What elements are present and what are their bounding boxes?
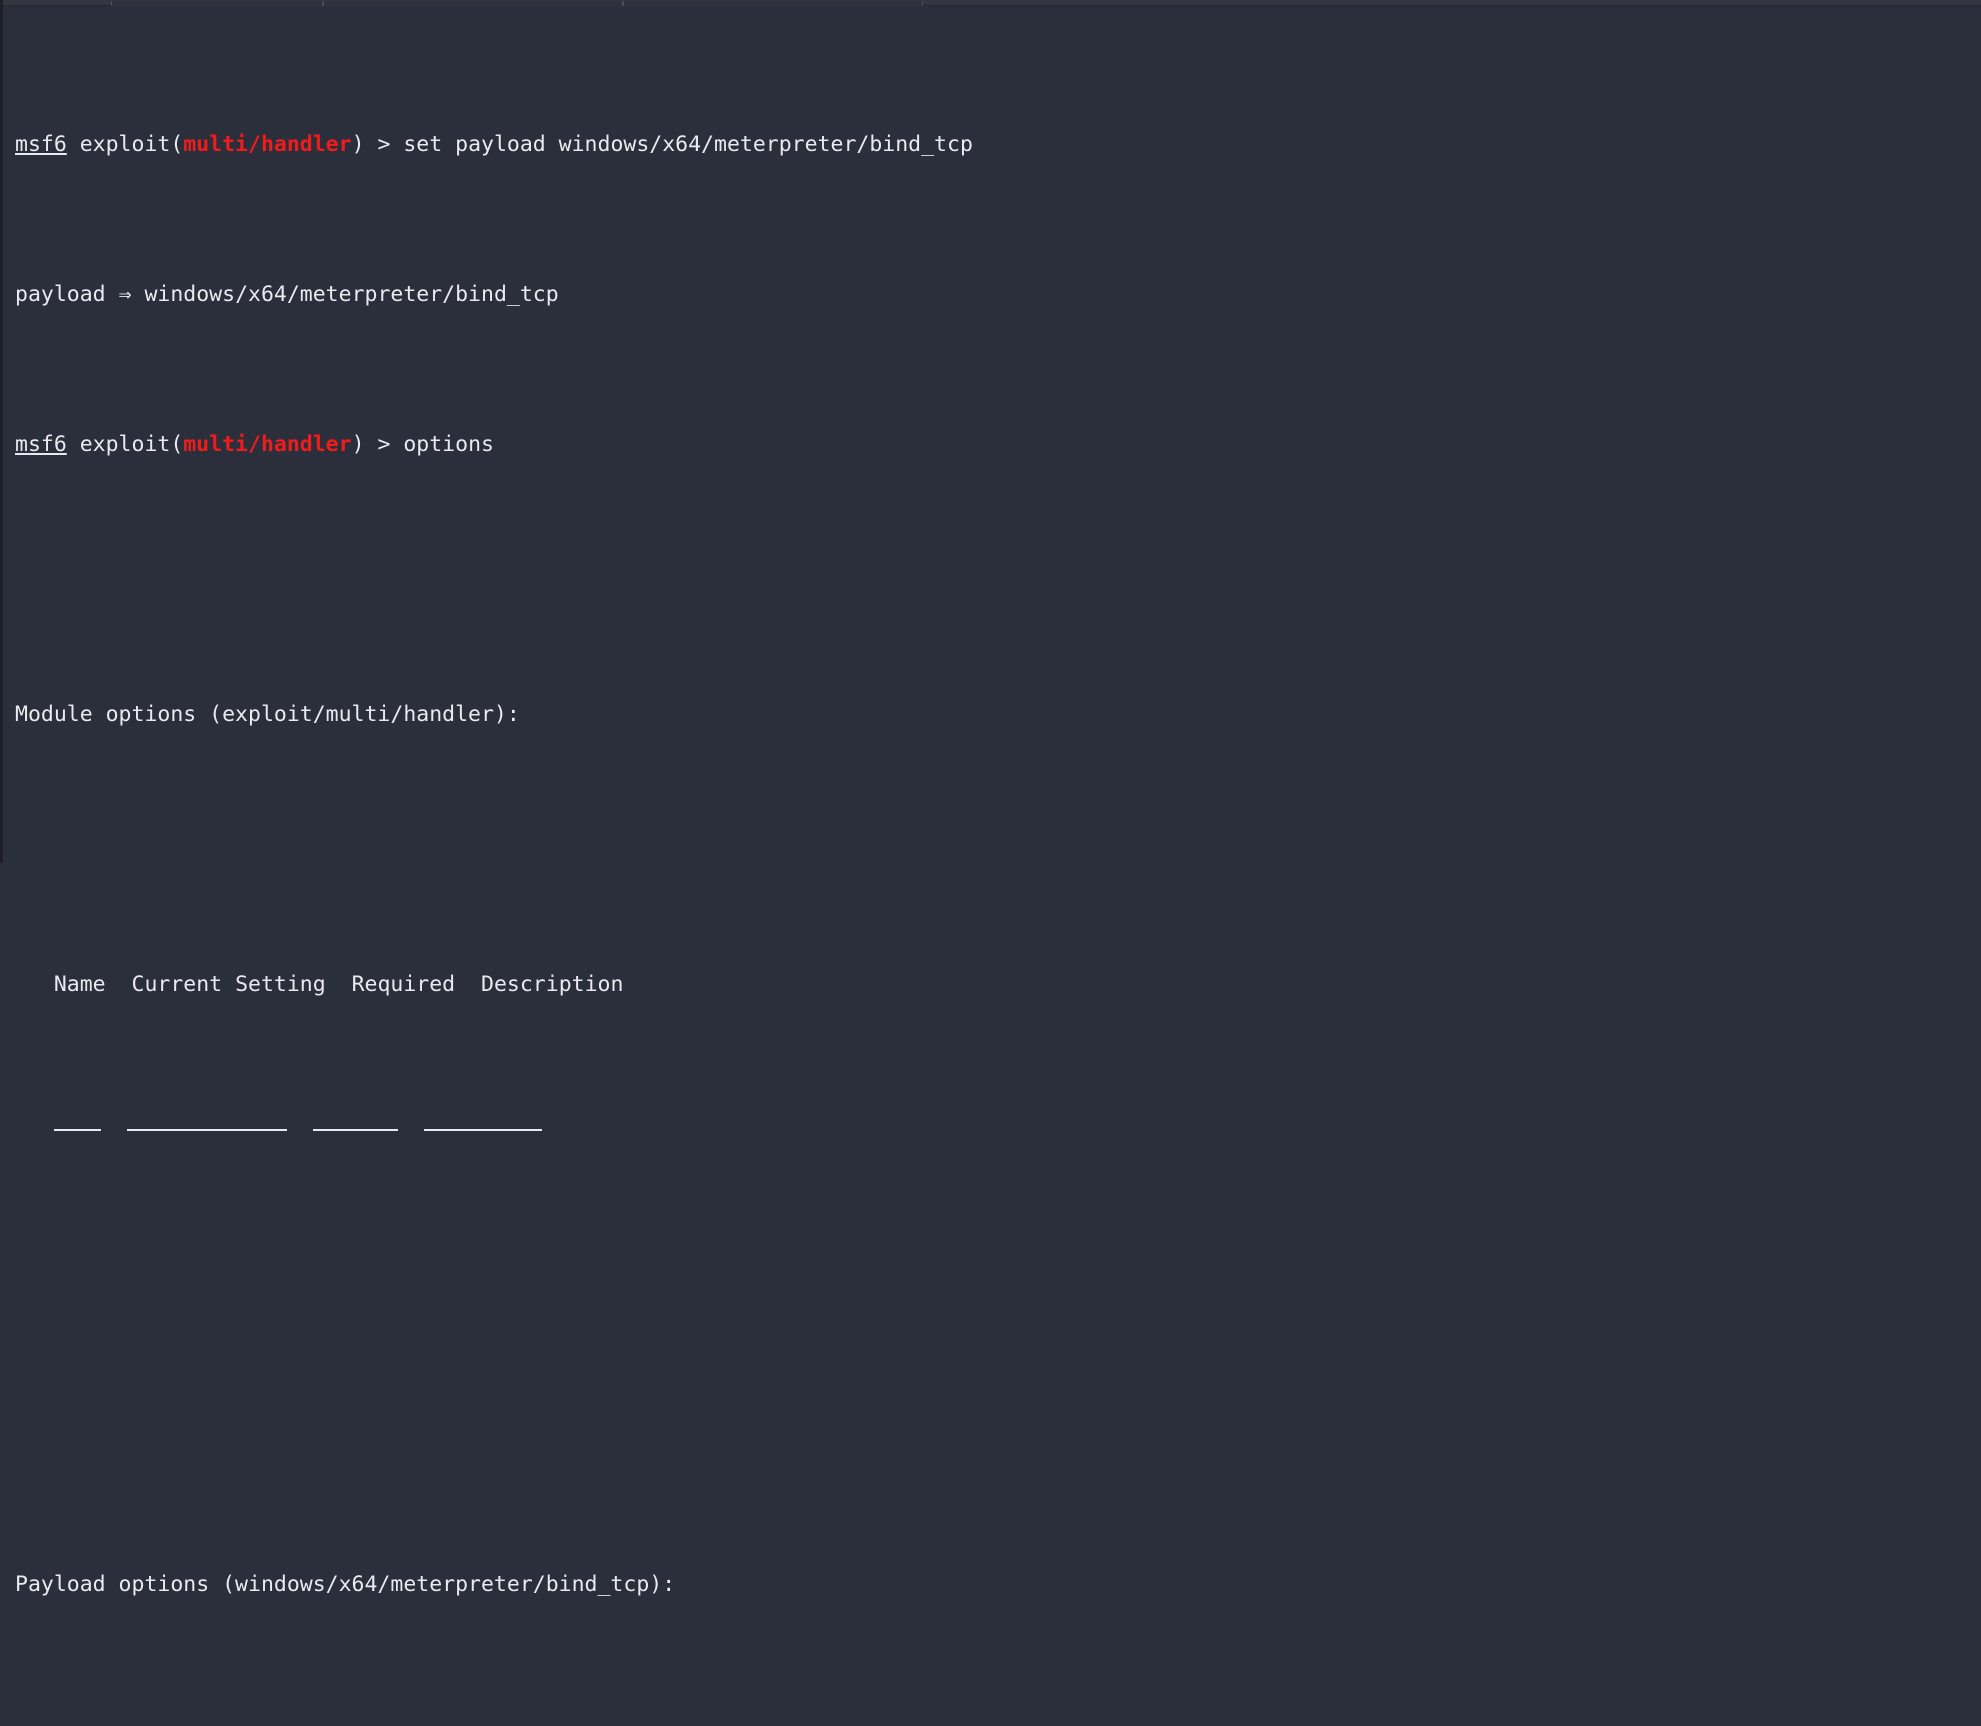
spacer-4 [15,1330,1981,1360]
rule-module-current-setting [126,1129,287,1131]
spacer-3 [15,1240,1981,1270]
spacer-5 [15,1420,1981,1450]
module-options-header-row: Name Current Setting Required Descriptio… [15,970,1981,1000]
console-line-options-command: msf6 exploit(multi/handler) > options [15,430,1981,460]
prompt-exploit-word: exploit( [66,132,184,157]
prompt-module-name-2: multi/handler [183,432,352,457]
command-set-payload-text: set payload windows/x64/meterpreter/bind… [403,132,973,157]
console-line-set-payload: msf6 exploit(multi/handler) > set payloa… [15,130,1981,160]
spacer-1 [15,550,1981,580]
rule-module-required [312,1129,398,1131]
prompt-module-name: multi/handler [183,132,352,157]
prompt-exploit-word-2: exploit( [66,432,184,457]
module-col-current-setting: Current Setting [131,972,326,997]
rule-module-name [53,1129,101,1131]
prompt-msf-label-2: msf6 [15,432,67,457]
spacer-2 [15,820,1981,850]
console-output[interactable]: msf6 exploit(multi/handler) > set payloa… [3,6,1981,1597]
spacer-6 [15,1690,1981,1720]
terminal-window: msf6 exploit(multi/handler) > set payloa… [0,0,1981,1597]
prompt-suffix-2: ) > [351,432,404,457]
module-options-header-rules [15,1120,1981,1150]
payload-echo-key: payload [15,282,119,307]
module-col-description: Description [481,972,624,997]
payload-options-heading: Payload options (windows/x64/meterpreter… [15,1572,676,1597]
module-col-required: Required [351,972,456,997]
module-options-heading: Module options (exploit/multi/handler): [15,702,520,727]
command-options-text: options [403,432,494,457]
module-col-name: Name [53,972,106,997]
rule-module-description [423,1129,542,1131]
console-line-payload-echo: payload ⇒ windows/x64/meterpreter/bind_t… [15,280,1981,310]
payload-echo-value: windows/x64/meterpreter/bind_tcp [131,282,559,307]
prompt-suffix: ) > [351,132,404,157]
arrow-icon: ⇒ [118,282,132,307]
prompt-msf-label: msf6 [15,132,67,157]
